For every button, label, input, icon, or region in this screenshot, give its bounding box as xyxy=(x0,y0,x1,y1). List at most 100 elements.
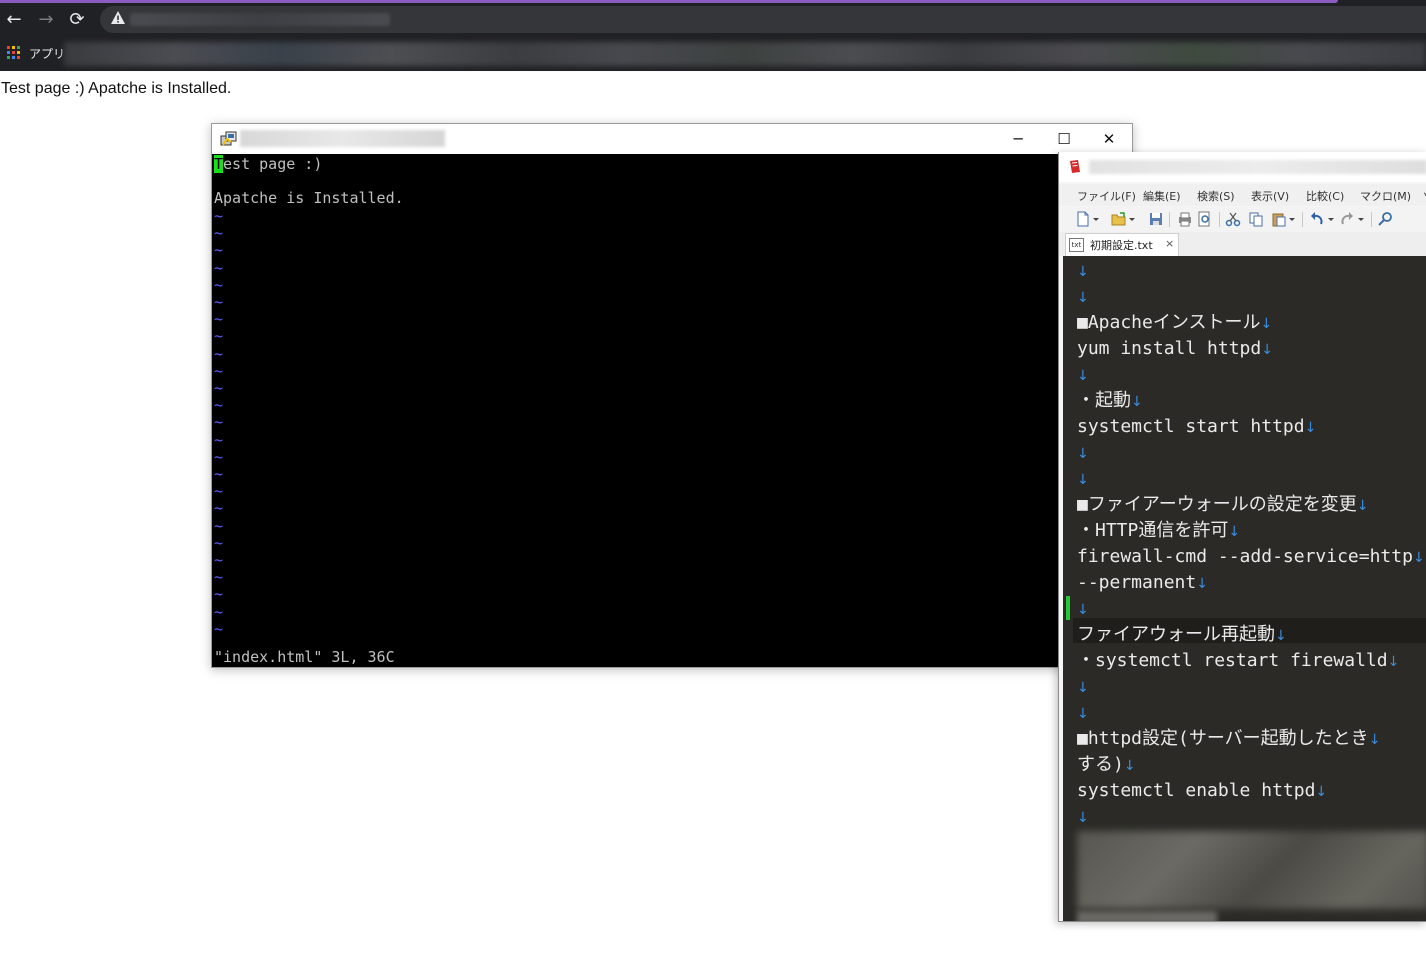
search-icon[interactable] xyxy=(1377,211,1393,227)
editor-line: ファイアウォール再起動↓ xyxy=(1077,624,1287,647)
line-break-mark: ↓ xyxy=(1077,290,1089,306)
terminal-tilde-line: ~ xyxy=(214,551,224,569)
terminal-tilde-line: ~ xyxy=(214,568,224,587)
line-break-mark: ↓ xyxy=(1123,758,1136,774)
menu-file[interactable]: ファイル(F) xyxy=(1077,188,1136,204)
line-break-mark: ↓ xyxy=(1315,784,1328,800)
editor-line-text: ファイアウォール再起動 xyxy=(1077,624,1275,645)
terminal-line-1: Test page :) xyxy=(214,155,323,173)
cut-icon[interactable] xyxy=(1225,211,1241,227)
reload-icon[interactable]: ⟳ xyxy=(66,9,88,31)
terminal-tilde-line: ~ xyxy=(214,447,224,466)
browser-chrome: ← → ⟳ アプリ xyxy=(0,0,1426,71)
terminal-tilde-line: ~ xyxy=(214,310,224,329)
url-text-redacted xyxy=(130,13,390,26)
terminal-tilde-line: ~ xyxy=(214,396,224,415)
terminal-tilde-line: ~ xyxy=(214,619,224,638)
terminal-tilde-line: ~ xyxy=(214,293,224,311)
terminal-screen[interactable]: Test page :) Apatche is Installed. ~ ~ ~ ~ ~… xyxy=(212,154,1132,667)
paste-icon[interactable] xyxy=(1271,211,1287,227)
terminal-tilde-line: ~ xyxy=(214,585,224,604)
warning-icon[interactable] xyxy=(110,10,126,26)
open-folder-icon[interactable] xyxy=(1111,211,1127,227)
editor-line-text: firewall-cmd --add-service=http xyxy=(1077,546,1413,567)
redo-icon[interactable] xyxy=(1339,211,1355,227)
toolbar-separator xyxy=(1169,212,1170,227)
editor-line: firewall-cmd --add-service=http↓ xyxy=(1077,546,1425,569)
editor-line: ↓ xyxy=(1077,676,1089,699)
editor-line-text: systemctl enable httpd xyxy=(1077,780,1316,801)
editor-titlebar[interactable] xyxy=(1059,152,1426,182)
menu-compare[interactable]: 比較(C) xyxy=(1306,188,1344,204)
terminal-tilde-line: ~ xyxy=(214,379,224,397)
editor-line: ・起動↓ xyxy=(1077,390,1143,413)
terminal-tilde-line: ~ xyxy=(214,361,224,380)
txt-file-icon: txt xyxy=(1069,238,1084,252)
terminal-tilde-line: ~ xyxy=(214,413,224,432)
editor-line-text: する) xyxy=(1077,754,1124,775)
active-tab-accent xyxy=(0,0,1338,3)
line-break-mark: ↓ xyxy=(1077,368,1089,384)
terminal-tilde-line: ~ xyxy=(214,499,224,518)
save-icon[interactable] xyxy=(1148,211,1164,227)
print-preview-icon[interactable] xyxy=(1196,211,1212,227)
terminal-titlebar[interactable]: ─ ☐ ✕ xyxy=(212,124,1132,154)
tab-initial-settings[interactable]: txt 初期設定.txt × xyxy=(1065,233,1179,256)
terminal-tilde-line: ~ xyxy=(214,344,224,363)
editor-line-text: yum install httpd xyxy=(1077,338,1262,359)
line-break-mark: ↓ xyxy=(1196,576,1208,592)
back-icon[interactable]: ← xyxy=(3,9,25,31)
editor-text-area[interactable]: ↓ ↓ ■Apacheインストール↓ yum install httpd↓ ↓ ・起動↓ s… xyxy=(1063,256,1426,921)
open-dropdown-icon[interactable] xyxy=(1128,211,1136,227)
editor-window[interactable]: ファイル(F) 編集(E) 検索(S) 表示(V) 比較(C) マクロ(M) ツ… xyxy=(1058,152,1426,922)
terminal-tilde-line: ~ xyxy=(214,516,224,535)
line-break-mark: ↓ xyxy=(1077,446,1089,462)
editor-line: ■httpd設定(サーバー起動したとき↓ xyxy=(1077,728,1380,751)
undo-dropdown-icon[interactable] xyxy=(1327,211,1335,227)
menu-edit[interactable]: 編集(E) xyxy=(1143,188,1181,204)
paste-dropdown-icon[interactable] xyxy=(1288,211,1296,227)
terminal-status-line: "index.html" 3L, 36C xyxy=(214,648,395,666)
new-dropdown-icon[interactable] xyxy=(1092,211,1100,227)
editor-line-text: ■httpd設定(サーバー起動したとき xyxy=(1077,728,1369,749)
forward-icon[interactable]: → xyxy=(35,9,57,31)
address-bar[interactable] xyxy=(100,6,1426,33)
editor-bottom-redacted xyxy=(1077,911,1217,921)
line-break-mark: ↓ xyxy=(1077,706,1089,722)
editor-line: ・systemctl restart firewalld↓ xyxy=(1077,650,1399,673)
editor-line: ↓ xyxy=(1077,442,1089,465)
editor-line: ↓ xyxy=(1077,702,1089,725)
minimize-button[interactable]: ─ xyxy=(995,124,1041,154)
menu-macro[interactable]: マクロ(M) xyxy=(1360,188,1411,204)
print-icon[interactable] xyxy=(1177,211,1193,227)
editor-line-text: ■Apacheインストール xyxy=(1077,312,1261,333)
putty-icon xyxy=(220,131,237,146)
caret-line-marker xyxy=(1066,596,1070,620)
editor-menubar: ファイル(F) 編集(E) 検索(S) 表示(V) 比較(C) マクロ(M) ツ xyxy=(1059,184,1426,206)
toolbar-separator xyxy=(1302,212,1303,227)
apps-label[interactable]: アプリ xyxy=(29,45,65,62)
tab-close-icon[interactable]: × xyxy=(1165,237,1174,250)
editor-line: yum install httpd↓ xyxy=(1077,338,1273,361)
redo-dropdown-icon[interactable] xyxy=(1357,211,1365,227)
close-button[interactable]: ✕ xyxy=(1086,124,1132,154)
terminal-tilde-line: ~ xyxy=(214,207,224,225)
editor-line: ↓ xyxy=(1077,468,1089,491)
menu-view[interactable]: 表示(V) xyxy=(1251,188,1289,204)
line-break-mark: ↓ xyxy=(1260,316,1273,332)
copy-icon[interactable] xyxy=(1248,211,1264,227)
undo-icon[interactable] xyxy=(1309,211,1325,227)
line-break-mark: ↓ xyxy=(1304,420,1317,436)
line-break-mark: ↓ xyxy=(1275,628,1287,644)
bookmarks-redacted xyxy=(64,42,1426,66)
terminal-cursor: T xyxy=(214,155,224,173)
terminal-window[interactable]: ─ ☐ ✕ Test page :) Apatche is Installed.… xyxy=(211,123,1133,668)
editor-line: --permanent↓ xyxy=(1077,572,1208,595)
maximize-button[interactable]: ☐ xyxy=(1041,124,1087,154)
new-file-icon[interactable] xyxy=(1075,211,1091,227)
line-break-mark: ↓ xyxy=(1077,264,1089,280)
apps-grid-icon[interactable] xyxy=(7,46,20,59)
terminal-line-1-text: est page :) xyxy=(223,155,323,173)
menu-search[interactable]: 検索(S) xyxy=(1197,188,1235,204)
editor-line-text: --permanent xyxy=(1077,572,1197,593)
